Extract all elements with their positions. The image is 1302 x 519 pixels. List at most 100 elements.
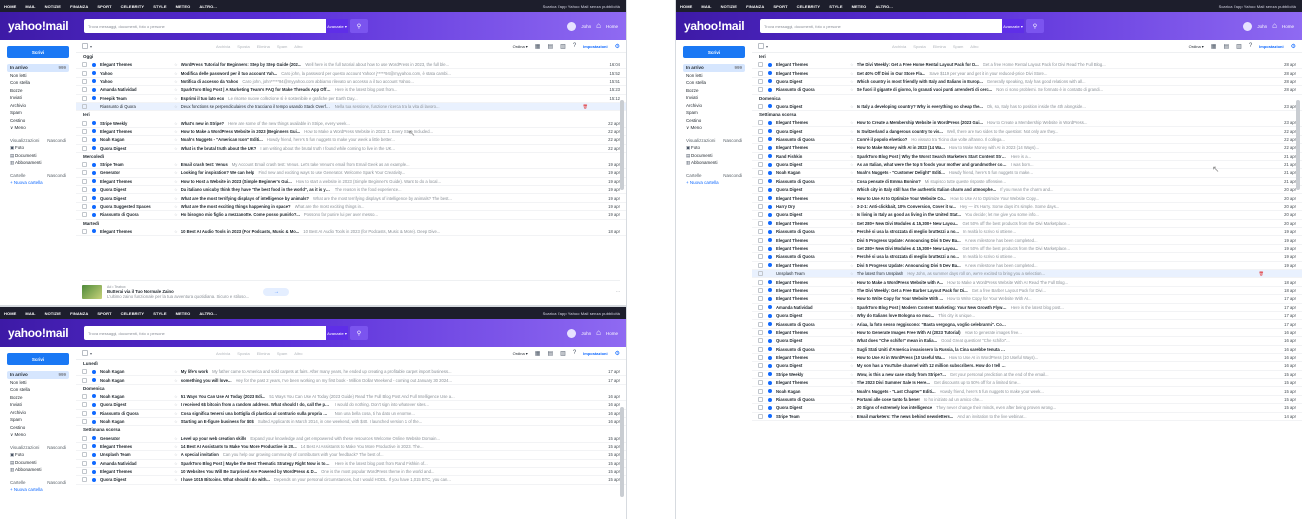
toolbar-action[interactable]: Spam bbox=[277, 44, 287, 49]
message-checkbox[interactable] bbox=[758, 304, 763, 310]
split-view-icon[interactable]: ▥ bbox=[560, 350, 566, 357]
message-row[interactable]: Quora Digest ☆ What are the most terrifyin… bbox=[76, 194, 626, 203]
message-row[interactable]: Riassunto di Quora ☆ Cosa pensate di Emma … bbox=[752, 178, 1302, 187]
star-icon[interactable]: ☆ bbox=[850, 104, 854, 109]
unread-dot[interactable] bbox=[92, 170, 96, 175]
star-icon[interactable]: ☆ bbox=[174, 179, 178, 184]
settings-button[interactable]: Impostazioni bbox=[583, 44, 607, 49]
star-icon[interactable]: ☆ bbox=[174, 394, 178, 399]
message-row[interactable]: Riassunto di Quora ☆ Portami alle cose tan… bbox=[752, 396, 1302, 405]
yahoo-mail-logo[interactable]: yahoo!mail bbox=[8, 19, 84, 33]
star-icon[interactable]: ☆ bbox=[174, 162, 178, 167]
yahoo-mail-logo[interactable]: yahoo!mail bbox=[8, 326, 84, 340]
message-checkbox[interactable] bbox=[758, 145, 763, 151]
message-row[interactable]: Elegant Themes ☆ How to Write Copy for You… bbox=[752, 295, 1302, 304]
message-row[interactable]: Elegant Themes ☆ Divi 5 Progress Update: A… bbox=[752, 236, 1302, 245]
split-view-icon[interactable]: ▥ bbox=[560, 43, 566, 50]
unread-dot[interactable] bbox=[768, 363, 772, 368]
unread-dot[interactable] bbox=[92, 187, 96, 192]
star-icon[interactable]: ☆ bbox=[174, 229, 178, 234]
message-row[interactable]: Elegant Themes ☆ WordPress Tutorial for Be… bbox=[76, 61, 626, 70]
sidebar-folder[interactable]: In arrivo 999 bbox=[683, 64, 745, 72]
sidebar-folder[interactable]: Non letti bbox=[7, 379, 69, 387]
sidebar-folder[interactable]: Con stella bbox=[7, 79, 69, 87]
search-icon[interactable]: ⚲ bbox=[350, 19, 368, 33]
message-checkbox[interactable] bbox=[758, 103, 763, 109]
star-icon[interactable]: ☆ bbox=[174, 96, 178, 101]
message-checkbox[interactable] bbox=[82, 162, 87, 168]
unread-dot[interactable] bbox=[768, 62, 772, 67]
unread-dot[interactable] bbox=[92, 79, 96, 84]
star-icon[interactable]: ☆ bbox=[850, 322, 854, 327]
sidebar-folder[interactable]: Archivio bbox=[683, 102, 745, 110]
sidebar-folder[interactable]: Inviati bbox=[7, 94, 69, 102]
message-checkbox[interactable] bbox=[82, 128, 87, 134]
topnav-link[interactable]: SPORT bbox=[773, 4, 787, 9]
message-row[interactable]: Elegant Themes ☆ 14 Best AI Assistants to … bbox=[76, 443, 626, 452]
message-row[interactable]: Riassunto di Quora ☆ Com'è il popolo elvet… bbox=[752, 136, 1302, 145]
unread-dot[interactable] bbox=[768, 414, 772, 419]
toolbar-action[interactable]: Sposta bbox=[237, 44, 249, 49]
star-icon[interactable]: ☆ bbox=[850, 154, 854, 159]
toolbar-action[interactable]: Sposta bbox=[913, 44, 925, 49]
message-row[interactable]: Riassunto di Quora ☆ Cosa significa teners… bbox=[76, 410, 626, 418]
message-row[interactable]: Stripe Team ☆ Email marketers: The news be… bbox=[752, 413, 1302, 422]
unread-dot[interactable] bbox=[768, 372, 772, 377]
message-checkbox[interactable] bbox=[758, 136, 763, 142]
message-checkbox[interactable] bbox=[758, 279, 763, 285]
message-checkbox[interactable] bbox=[82, 204, 87, 210]
topnav-link[interactable]: HOME bbox=[680, 4, 692, 9]
message-checkbox[interactable] bbox=[82, 393, 87, 399]
toolbar-action[interactable]: Archivia bbox=[216, 351, 230, 356]
star-icon[interactable]: ☆ bbox=[850, 120, 854, 125]
message-row[interactable]: Elegant Themes ☆ How to Use AI to Optimize… bbox=[752, 194, 1302, 203]
gear-icon[interactable]: ⚙ bbox=[615, 43, 620, 50]
message-row[interactable]: Elegant Themes ☆ How to Use AI in WordPres… bbox=[752, 354, 1302, 363]
unread-dot[interactable] bbox=[92, 162, 96, 167]
topnav-link[interactable]: STYLE bbox=[153, 4, 166, 9]
ad-arrow-button[interactable]: → bbox=[263, 287, 290, 296]
message-checkbox[interactable] bbox=[82, 70, 87, 76]
chevron-down-icon[interactable]: ▾ bbox=[90, 351, 92, 356]
message-row[interactable]: Quora Digest ☆ What does "Che schifo!" mea… bbox=[752, 337, 1302, 346]
message-checkbox[interactable] bbox=[758, 329, 763, 335]
message-checkbox[interactable] bbox=[82, 95, 87, 101]
unread-dot[interactable] bbox=[92, 204, 96, 209]
home-icon[interactable]: ⌂ bbox=[596, 329, 601, 337]
message-row[interactable]: Quora Digest ☆ Da italiano unicuby think t… bbox=[76, 186, 626, 195]
message-checkbox[interactable] bbox=[758, 70, 763, 76]
message-checkbox[interactable] bbox=[758, 62, 763, 68]
star-icon[interactable]: ☆ bbox=[850, 338, 854, 343]
home-link[interactable]: Home bbox=[1282, 24, 1294, 29]
message-checkbox[interactable] bbox=[82, 104, 87, 110]
message-checkbox[interactable] bbox=[82, 145, 87, 151]
message-checkbox[interactable] bbox=[758, 321, 763, 327]
unread-dot[interactable] bbox=[92, 378, 96, 383]
topnav-link[interactable]: SPORT bbox=[97, 311, 111, 316]
topnav-link[interactable]: ALTRO... bbox=[199, 4, 217, 9]
star-icon[interactable]: ☆ bbox=[174, 129, 178, 134]
message-checkbox[interactable] bbox=[758, 413, 763, 419]
message-row[interactable]: Quora Digest ☆ 20 Signs of extremely low i… bbox=[752, 404, 1302, 413]
star-icon[interactable]: ☆ bbox=[174, 369, 178, 374]
message-checkbox[interactable] bbox=[82, 435, 87, 441]
star-icon[interactable]: ☆ bbox=[174, 204, 178, 209]
topnav-link[interactable]: ALTRO... bbox=[199, 311, 217, 316]
sidebar-view[interactable]: ▣ Foto bbox=[683, 144, 745, 152]
star-icon[interactable]: ☆ bbox=[174, 436, 178, 441]
search-input[interactable]: Trova messaggi, documenti, foto o person… bbox=[84, 326, 368, 340]
unread-dot[interactable] bbox=[92, 121, 96, 126]
home-link[interactable]: Home bbox=[606, 331, 618, 336]
message-checkbox[interactable] bbox=[758, 78, 763, 84]
help-icon[interactable]: ? bbox=[1249, 43, 1252, 49]
message-row[interactable]: Riassunto di Quora ☆ Ariaa, la foto sesso … bbox=[752, 320, 1302, 329]
message-checkbox[interactable] bbox=[758, 380, 763, 386]
message-checkbox[interactable] bbox=[758, 388, 763, 394]
toolbar-action[interactable]: Altro bbox=[294, 351, 302, 356]
scrollbar[interactable] bbox=[620, 100, 624, 190]
toolbar-action[interactable]: Spam bbox=[277, 351, 287, 356]
message-checkbox[interactable] bbox=[758, 363, 763, 369]
unread-dot[interactable] bbox=[768, 254, 772, 259]
star-icon[interactable]: ☆ bbox=[850, 212, 854, 217]
message-row[interactable]: Generator ☆ Looking for inspiration? We ca… bbox=[76, 169, 626, 178]
